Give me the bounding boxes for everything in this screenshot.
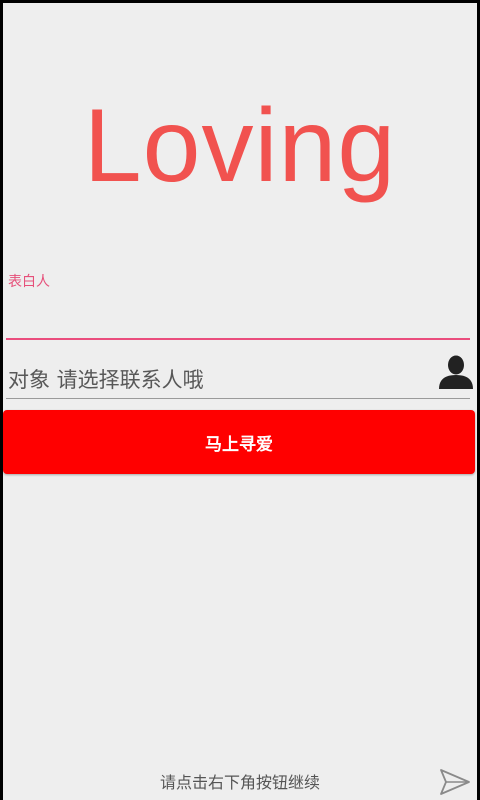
target-input-underline: [6, 398, 470, 399]
send-icon: [440, 769, 470, 795]
person-icon: [439, 355, 473, 389]
confessor-input-underline: [6, 338, 470, 340]
pick-contact-button[interactable]: [437, 353, 475, 391]
find-love-button[interactable]: 马上寻爱: [3, 410, 475, 474]
app-title: Loving: [83, 88, 397, 204]
target-contact-input[interactable]: [6, 363, 436, 397]
confessor-input[interactable]: [6, 301, 468, 337]
app-screen: Loving 表白人 马上寻爱 请点击右下角按钮继续: [3, 3, 477, 800]
continue-hint: 请点击右下角按钮继续: [159, 773, 320, 792]
send-button[interactable]: [439, 767, 471, 797]
confessor-label: 表白人: [8, 274, 50, 290]
